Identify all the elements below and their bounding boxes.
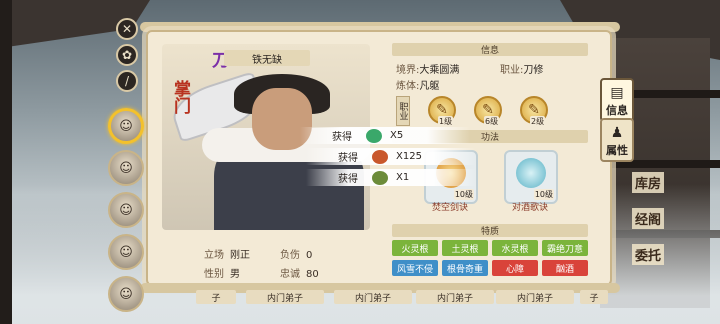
trait-badge[interactable]: 心障 <box>492 260 538 276</box>
job-value: 刀修 <box>523 65 544 76</box>
stat-value: 80 <box>306 269 319 280</box>
character-name: 铁无缺 <box>224 50 310 66</box>
side-label-storehouse[interactable]: 库房 <box>631 172 664 193</box>
stat-label: 立场 <box>204 250 224 261</box>
trait-badge[interactable]: 土灵根 <box>442 240 488 256</box>
bottom-tab[interactable]: 内门弟子 <box>246 290 324 304</box>
ore-icon <box>372 149 388 164</box>
side-label-commission[interactable]: 委托 <box>631 244 664 265</box>
bottom-tab[interactable]: 内门弟子 <box>496 290 574 304</box>
trait-badge[interactable]: 水灵根 <box>492 240 538 256</box>
disciple-avatar[interactable]: ☺ <box>108 192 144 228</box>
pillar <box>0 0 12 324</box>
reward-count: X125 <box>396 151 422 162</box>
recruit-icon[interactable]: ✿ <box>116 44 138 66</box>
job-line: 职业:刀修 <box>500 61 543 76</box>
disciple-avatar[interactable]: ☺ <box>108 234 144 270</box>
sword-icon[interactable]: / <box>116 70 138 92</box>
job-label: 职业: <box>500 65 524 76</box>
body-line: 炼体:凡躯 <box>396 77 439 92</box>
body-icon: ♟ <box>610 125 624 141</box>
stat-stance: 立场 刚正 <box>204 246 250 261</box>
reward-label: 获得 <box>338 174 358 185</box>
herb-icon <box>372 170 388 185</box>
bottom-tab[interactable]: 内门弟子 <box>416 290 494 304</box>
body-label: 炼体: <box>396 81 420 92</box>
trait-badge[interactable]: 霸绝刀意 <box>542 240 588 256</box>
tab-label: 属性 <box>606 144 628 157</box>
art-card[interactable]: 10级 <box>504 150 558 204</box>
trait-badge[interactable]: 根骨奇重 <box>442 260 488 276</box>
tab-info[interactable]: ▤ 信息 <box>600 78 634 122</box>
reward-toast: 获得 X1 <box>306 169 476 186</box>
stat-loyalty: 忠诚 80 <box>280 265 319 280</box>
stat-value: 男 <box>230 269 240 280</box>
side-label-library[interactable]: 经阁 <box>631 208 664 229</box>
job-skill-level: 1级 <box>438 116 454 127</box>
stat-value: 0 <box>306 250 313 261</box>
art-name: 对酒歌诀 <box>511 203 548 213</box>
disciple-avatar-selected[interactable]: ☺ <box>108 108 144 144</box>
body-value: 凡躯 <box>419 81 440 92</box>
info-header: 信息 <box>392 43 588 56</box>
jade-icon <box>366 128 382 143</box>
tab-label: 信息 <box>606 104 628 117</box>
stat-gender: 性别男 <box>204 265 240 280</box>
tab-attributes[interactable]: ♟ 属性 <box>600 118 634 162</box>
stat-label: 负伤 <box>280 250 300 261</box>
reward-count: X5 <box>390 130 404 141</box>
stat-injury: 负伤 0 <box>280 246 312 261</box>
realm-value: 大乘圆满 <box>419 65 460 76</box>
stat-value: 刚正 <box>230 250 250 261</box>
job-skill-level: 6级 <box>484 116 500 127</box>
wine-song-icon <box>516 158 546 188</box>
realm-label: 境界: <box>396 65 420 76</box>
bottom-tab[interactable]: 内门弟子 <box>334 290 412 304</box>
traits-header: 特质 <box>392 224 588 237</box>
reward-toast: 获得 X125 <box>306 148 476 165</box>
art-level: 10级 <box>533 189 554 200</box>
scroll-icon: ▤ <box>610 85 624 101</box>
sect-title: 掌门 <box>170 80 190 114</box>
art-name: 焚空剑诀 <box>431 203 468 213</box>
disciple-avatar[interactable]: ☺ <box>108 150 144 186</box>
trait-badge[interactable]: 风雪不侵 <box>392 260 438 276</box>
stat-label: 忠诚 <box>280 269 300 280</box>
reward-count: X1 <box>396 172 410 183</box>
job-tag: 职业 <box>396 96 410 126</box>
bottom-tab[interactable]: 子 <box>580 290 608 304</box>
art-level: 10级 <box>453 189 474 200</box>
job-skill-level: 2级 <box>530 116 546 127</box>
menu-icon[interactable]: ✕ <box>116 18 138 40</box>
reward-label: 获得 <box>332 132 352 143</box>
reward-label: 获得 <box>338 153 358 164</box>
bottom-tab[interactable]: 子 <box>196 290 236 304</box>
trait-badge[interactable]: 酗酒 <box>542 260 588 276</box>
disciple-avatar[interactable]: ☺ <box>108 276 144 312</box>
realm-line: 境界:大乘圆满 <box>396 61 459 76</box>
trait-badge[interactable]: 火灵根 <box>392 240 438 256</box>
reward-toast: 获得 X5 <box>300 127 470 144</box>
stat-label: 性别 <box>204 269 224 280</box>
